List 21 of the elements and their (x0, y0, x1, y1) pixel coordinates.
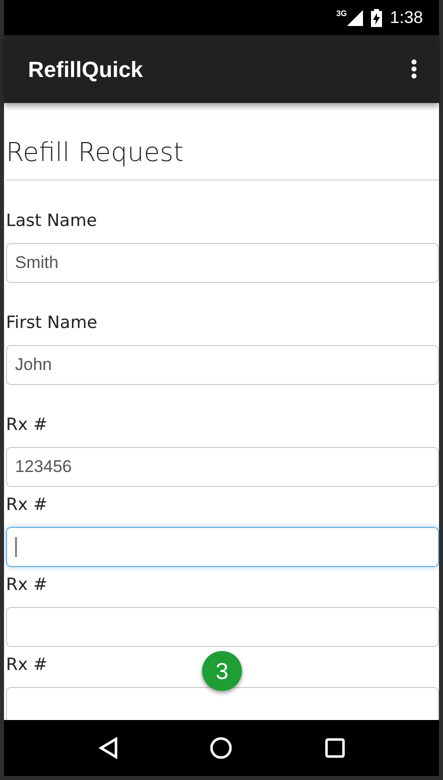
menu-icon[interactable] (411, 59, 417, 79)
field-label: Rx # (6, 574, 48, 597)
input-field[interactable]: Smith (6, 243, 439, 283)
recents-icon[interactable] (324, 738, 345, 758)
field-label: Last Name (6, 210, 97, 233)
input-field[interactable] (6, 607, 439, 647)
field-label: First Name (6, 312, 98, 335)
home-icon[interactable] (210, 737, 232, 759)
input-field[interactable]: John (6, 345, 439, 385)
input-field[interactable] (6, 687, 439, 720)
battery-icon (370, 8, 382, 26)
field-label: Rx # (6, 494, 48, 517)
field-label: Rx # (6, 414, 48, 437)
field-label: Rx # (6, 654, 48, 677)
app-title: RefillQuick (28, 56, 143, 84)
input-field[interactable] (6, 527, 439, 567)
page-heading: Refill Request (6, 137, 185, 170)
clock-time: 1:38 (390, 6, 423, 29)
back-icon[interactable] (98, 737, 118, 759)
network-type: 3G (336, 10, 347, 18)
input-field[interactable]: 123456 (6, 447, 439, 487)
